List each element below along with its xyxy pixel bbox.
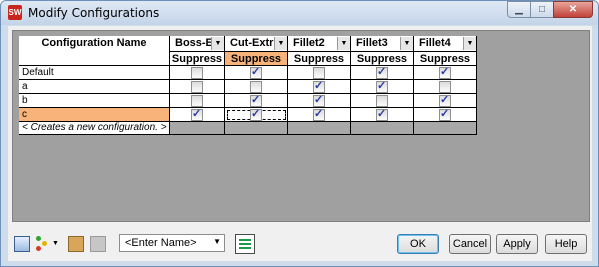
suppress-cell bbox=[414, 66, 477, 80]
suppress-checkbox[interactable] bbox=[376, 95, 388, 107]
suppress-cell bbox=[225, 94, 288, 108]
chevron-down-icon[interactable]: ▼ bbox=[274, 37, 287, 50]
suppress-cell bbox=[288, 80, 351, 94]
param-header-suppress: Suppress bbox=[414, 52, 477, 66]
suppress-cell bbox=[288, 108, 351, 122]
column-name-label: Cut-Extr bbox=[230, 37, 274, 49]
suppress-cell bbox=[351, 94, 414, 108]
suppress-checkbox[interactable] bbox=[376, 108, 388, 121]
suppress-cell bbox=[351, 80, 414, 94]
maximize-icon: □ bbox=[538, 4, 546, 15]
table-view-icon[interactable] bbox=[14, 236, 30, 252]
configuration-grid[interactable]: Configuration Name Boss-E ▼ Cut-Extr ▼ Fil… bbox=[12, 30, 590, 222]
column-name-label: Fillet2 bbox=[293, 37, 325, 49]
apply-button[interactable]: Apply bbox=[496, 234, 538, 254]
table-settings-icon[interactable] bbox=[235, 234, 255, 254]
cancel-button[interactable]: Cancel bbox=[449, 234, 491, 254]
new-configuration-row[interactable]: < Creates a new configuration. > bbox=[19, 122, 170, 135]
suppress-cell bbox=[414, 94, 477, 108]
suppress-cell bbox=[351, 66, 414, 80]
suppress-checkbox[interactable] bbox=[313, 67, 325, 79]
suppress-checkbox[interactable] bbox=[376, 80, 388, 93]
suppress-cell bbox=[288, 94, 351, 108]
suppress-checkbox[interactable] bbox=[439, 94, 451, 107]
suppress-checkbox[interactable] bbox=[439, 108, 451, 121]
combo-value: <Enter Name> bbox=[125, 237, 197, 249]
suppress-cell bbox=[225, 108, 288, 122]
window-title: Modify Configurations bbox=[28, 6, 160, 20]
column-header-fillet3[interactable]: Fillet3 ▼ bbox=[351, 36, 414, 52]
suppress-cell bbox=[225, 80, 288, 94]
column-header-cut-extr[interactable]: Cut-Extr ▼ bbox=[225, 36, 288, 52]
chevron-down-icon[interactable]: ▼ bbox=[213, 237, 221, 246]
empty-cell bbox=[414, 122, 477, 135]
suppress-checkbox[interactable] bbox=[313, 108, 325, 121]
minimize-icon: ▁ bbox=[515, 4, 523, 15]
suppress-checkbox[interactable] bbox=[191, 95, 203, 107]
suppress-cell bbox=[170, 94, 225, 108]
suppress-checkbox[interactable] bbox=[250, 108, 262, 121]
param-header-suppress: Suppress bbox=[288, 52, 351, 66]
param-header-suppress: Suppress bbox=[351, 52, 414, 66]
configuration-name-header: Configuration Name bbox=[19, 36, 170, 66]
row-name-b[interactable]: b bbox=[19, 94, 170, 108]
column-name-label: Fillet3 bbox=[356, 37, 388, 49]
empty-cell bbox=[170, 122, 225, 135]
chevron-down-icon[interactable]: ▼ bbox=[463, 37, 476, 50]
close-icon: ✕ bbox=[568, 4, 578, 15]
dialog-body: Configuration Name Boss-E ▼ Cut-Extr ▼ Fil… bbox=[8, 26, 592, 261]
suppress-checkbox[interactable] bbox=[191, 81, 203, 93]
suppress-checkbox[interactable] bbox=[191, 108, 203, 121]
empty-cell bbox=[225, 122, 288, 135]
column-header-boss-e[interactable]: Boss-E ▼ bbox=[170, 36, 225, 52]
row-name-c[interactable]: c bbox=[19, 108, 170, 122]
help-button[interactable]: Help bbox=[545, 234, 587, 254]
suppress-checkbox[interactable] bbox=[313, 80, 325, 93]
chevron-down-icon[interactable]: ▼ bbox=[211, 37, 224, 50]
suppress-checkbox[interactable] bbox=[376, 66, 388, 79]
configuration-name-combo[interactable]: <Enter Name> ▼ bbox=[119, 234, 225, 252]
suppress-cell bbox=[170, 108, 225, 122]
param-header-suppress: Suppress bbox=[225, 52, 288, 66]
row-name-default[interactable]: Default bbox=[19, 66, 170, 80]
save-icon[interactable] bbox=[90, 236, 106, 252]
modify-configurations-window: SW Modify Configurations ▁ □ ✕ Configura… bbox=[0, 0, 599, 267]
suppress-checkbox[interactable] bbox=[439, 81, 451, 93]
suppress-cell bbox=[351, 108, 414, 122]
column-name-label: Boss-E bbox=[175, 37, 213, 49]
suppress-checkbox[interactable] bbox=[250, 94, 262, 107]
empty-cell bbox=[288, 122, 351, 135]
param-header-suppress: Suppress bbox=[170, 52, 225, 66]
title-bar: SW Modify Configurations ▁ □ ✕ bbox=[1, 1, 598, 25]
suppress-cell bbox=[225, 66, 288, 80]
suppress-checkbox[interactable] bbox=[250, 81, 262, 93]
close-button[interactable]: ✕ bbox=[553, 1, 593, 18]
suppress-cell bbox=[414, 80, 477, 94]
empty-cell bbox=[351, 122, 414, 135]
column-name-label: Fillet4 bbox=[419, 37, 451, 49]
ok-button[interactable]: OK bbox=[397, 234, 439, 254]
suppress-cell bbox=[414, 108, 477, 122]
suppress-checkbox[interactable] bbox=[191, 67, 203, 79]
column-header-fillet2[interactable]: Fillet2 ▼ bbox=[288, 36, 351, 52]
chevron-down-icon[interactable]: ▼ bbox=[400, 37, 413, 50]
traffic-light-icon[interactable] bbox=[36, 236, 52, 252]
suppress-cell bbox=[288, 66, 351, 80]
suppress-checkbox[interactable] bbox=[250, 66, 262, 79]
bottom-toolbar: ▼ <Enter Name> ▼ OK Cancel Apply Help bbox=[8, 226, 592, 261]
suppress-checkbox[interactable] bbox=[313, 94, 325, 107]
minimize-button[interactable]: ▁ bbox=[507, 1, 531, 18]
chevron-down-icon[interactable]: ▼ bbox=[337, 37, 350, 50]
column-header-fillet4[interactable]: Fillet4 ▼ bbox=[414, 36, 477, 52]
suppress-checkbox[interactable] bbox=[439, 66, 451, 79]
open-folder-icon[interactable] bbox=[68, 236, 84, 252]
suppress-cell bbox=[170, 66, 225, 80]
row-name-a[interactable]: a bbox=[19, 80, 170, 94]
suppress-cell bbox=[170, 80, 225, 94]
chevron-down-icon[interactable]: ▼ bbox=[52, 236, 68, 252]
solidworks-app-icon: SW bbox=[8, 5, 22, 20]
maximize-button[interactable]: □ bbox=[530, 1, 554, 18]
